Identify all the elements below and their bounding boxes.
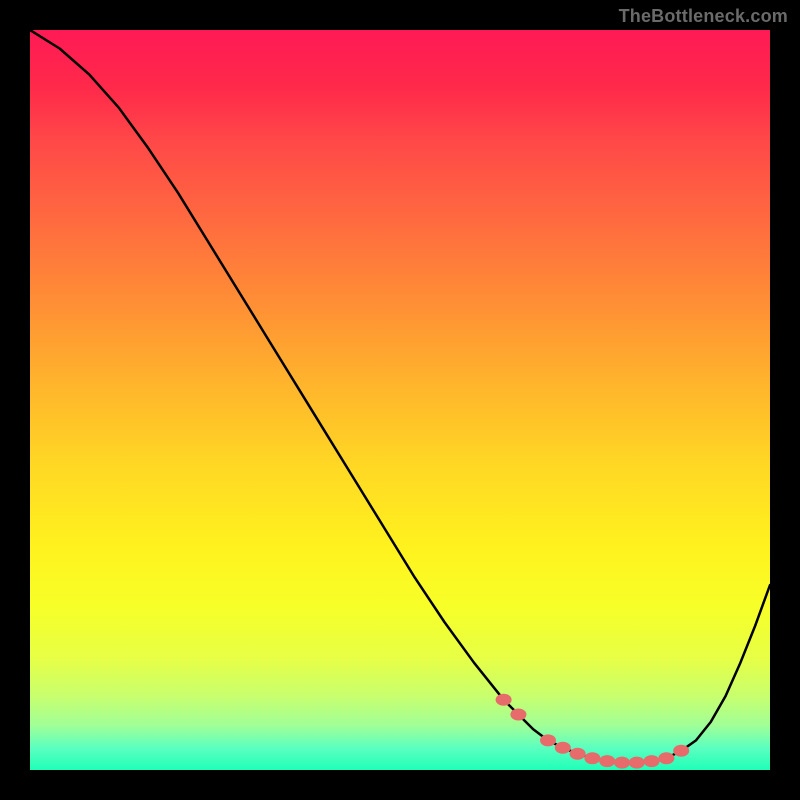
- chart-svg: [30, 30, 770, 770]
- marker-point: [644, 755, 660, 767]
- marker-point: [599, 755, 615, 767]
- marker-point: [614, 757, 630, 769]
- marker-point: [510, 709, 526, 721]
- marker-point: [555, 742, 571, 754]
- curve-line: [30, 30, 770, 763]
- marker-point: [629, 757, 645, 769]
- marker-point: [673, 745, 689, 757]
- marker-point: [584, 752, 600, 764]
- marker-point: [496, 694, 512, 706]
- marker-point: [540, 734, 556, 746]
- marker-point: [658, 752, 674, 764]
- marker-point: [570, 748, 586, 760]
- marker-group: [496, 694, 690, 769]
- chart-container: TheBottleneck.com: [0, 0, 800, 800]
- watermark-label: TheBottleneck.com: [619, 6, 788, 27]
- plot-area: [30, 30, 770, 770]
